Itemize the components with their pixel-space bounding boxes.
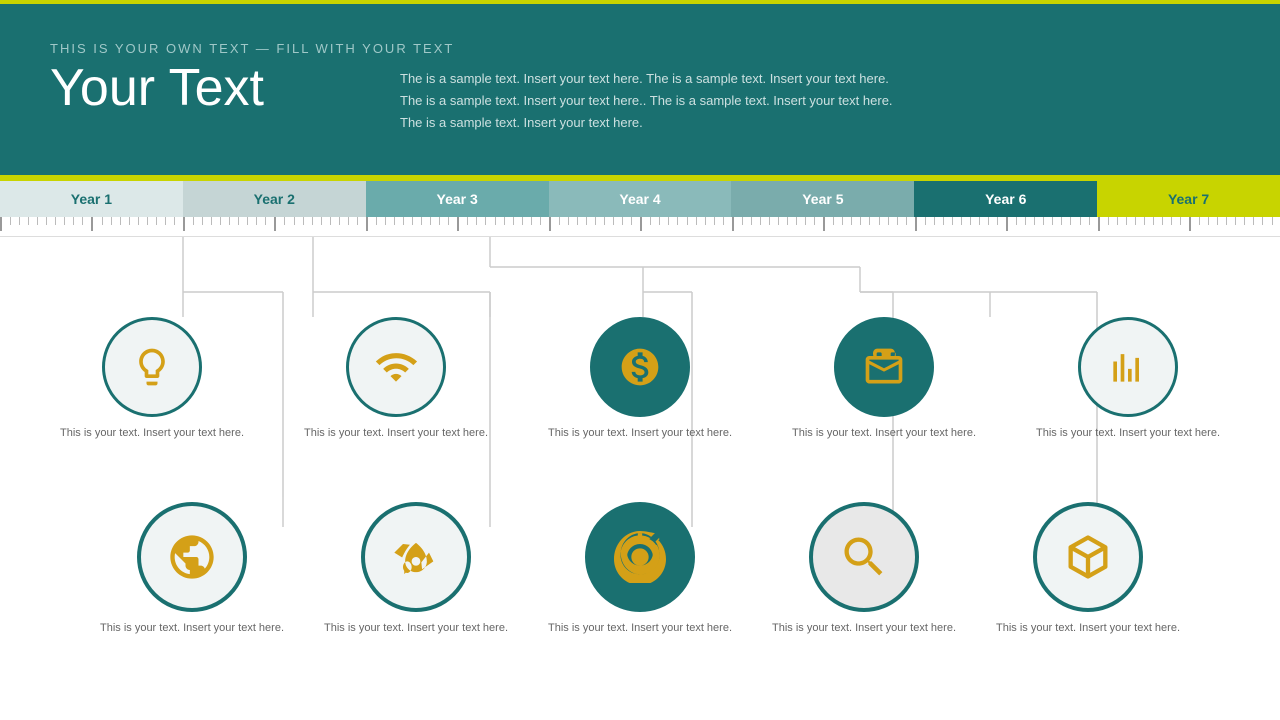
dollar-text: This is your text. Insert your text here… xyxy=(548,425,732,442)
target-icon xyxy=(614,531,666,583)
globe-icon-circle xyxy=(137,502,247,612)
chart-icon-circle xyxy=(1078,317,1178,417)
icon-item-chart: This is your text. Insert your text here… xyxy=(1036,317,1220,442)
cube-icon xyxy=(1062,531,1114,583)
rocket-text: This is your text. Insert your text here… xyxy=(324,620,508,637)
header-subtitle: THIS IS YOUR OWN TEXT — FILL WITH YOUR T… xyxy=(50,41,1230,56)
search-text: This is your text. Insert your text here… xyxy=(772,620,956,637)
header-description: The is a sample text. Insert your text h… xyxy=(400,60,893,134)
main-content: This is your text. Insert your text here… xyxy=(0,237,1280,720)
cube-text: This is your text. Insert your text here… xyxy=(996,620,1180,637)
lightbulb-icon xyxy=(130,345,174,389)
year-tab-1[interactable]: Year 1 xyxy=(0,181,183,217)
globe-icon xyxy=(166,531,218,583)
year-tab-4[interactable]: Year 4 xyxy=(549,181,732,217)
cube-icon-circle xyxy=(1033,502,1143,612)
ruler xyxy=(0,217,1280,237)
icon-item-lightbulb: This is your text. Insert your text here… xyxy=(60,317,244,442)
year-tab-6[interactable]: Year 6 xyxy=(914,181,1097,217)
rocket-icon xyxy=(390,531,442,583)
row2-icons: This is your text. Insert your text here… xyxy=(0,442,1280,637)
year-tab-5[interactable]: Year 5 xyxy=(731,181,914,217)
icon-item-wifi: This is your text. Insert your text here… xyxy=(304,317,488,442)
year-tab-2[interactable]: Year 2 xyxy=(183,181,366,217)
wifi-text: This is your text. Insert your text here… xyxy=(304,425,488,442)
icon-item-target: This is your text. Insert your text here… xyxy=(548,502,732,637)
briefcase-text: This is your text. Insert your text here… xyxy=(792,425,976,442)
chart-text: This is your text. Insert your text here… xyxy=(1036,425,1220,442)
chart-icon xyxy=(1106,345,1150,389)
briefcase-icon xyxy=(862,345,906,389)
year-tab-3[interactable]: Year 3 xyxy=(366,181,549,217)
lightbulb-text: This is your text. Insert your text here… xyxy=(60,425,244,442)
wifi-icon xyxy=(374,345,418,389)
icon-item-briefcase: This is your text. Insert your text here… xyxy=(792,317,976,442)
icon-item-search: This is your text. Insert your text here… xyxy=(772,502,956,637)
dollar-icon-circle xyxy=(590,317,690,417)
icon-item-globe: This is your text. Insert your text here… xyxy=(100,502,284,637)
search-icon-circle xyxy=(809,502,919,612)
target-icon-circle xyxy=(585,502,695,612)
header-title: Your Text xyxy=(50,60,370,117)
header-accent-line xyxy=(0,0,1280,4)
dollar-icon xyxy=(618,345,662,389)
search-icon xyxy=(838,531,890,583)
wifi-icon-circle xyxy=(346,317,446,417)
year-tab-7[interactable]: Year 7 xyxy=(1097,181,1280,217)
briefcase-icon-circle xyxy=(834,317,934,417)
rocket-icon-circle xyxy=(361,502,471,612)
year-tabs: Year 1 Year 2 Year 3 Year 4 Year 5 Year … xyxy=(0,181,1280,217)
icon-item-cube: This is your text. Insert your text here… xyxy=(996,502,1180,637)
globe-text: This is your text. Insert your text here… xyxy=(100,620,284,637)
icon-item-dollar: This is your text. Insert your text here… xyxy=(548,317,732,442)
icon-item-rocket: This is your text. Insert your text here… xyxy=(324,502,508,637)
row1-icons: This is your text. Insert your text here… xyxy=(0,237,1280,442)
target-text: This is your text. Insert your text here… xyxy=(548,620,732,637)
header: THIS IS YOUR OWN TEXT — FILL WITH YOUR T… xyxy=(0,0,1280,175)
lightbulb-icon-circle xyxy=(102,317,202,417)
